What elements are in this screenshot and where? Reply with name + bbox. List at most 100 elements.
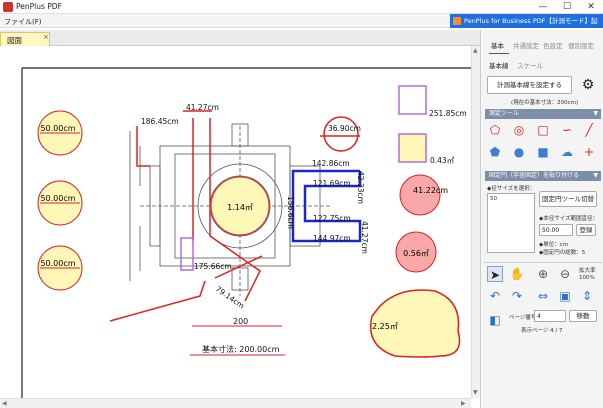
mode-icon	[453, 17, 461, 25]
set-baseline-button[interactable]: 計測基本線を設定する	[487, 76, 572, 94]
freeform-area[interactable]: 2.25㎡	[370, 289, 461, 358]
horizontal-scrollbar[interactable]: ◀ ▶	[0, 398, 471, 408]
zoom-in-icon[interactable]: ⊕	[535, 266, 551, 282]
freeform-label: 2.25㎡	[372, 322, 398, 331]
label: 121.69cm	[313, 179, 351, 188]
maximize-button[interactable]: ☐	[555, 0, 579, 14]
label: 41.27cm	[360, 221, 369, 254]
subtab-scale[interactable]: スケール	[517, 60, 543, 70]
polygon-line-icon[interactable]: ⬠	[487, 122, 503, 138]
label: 186.45cm	[141, 117, 179, 126]
label: 41.27cm	[186, 103, 219, 112]
rect-fill-icon[interactable]: ■	[535, 144, 551, 160]
redo-icon[interactable]: ↷	[509, 288, 525, 304]
pink-circle[interactable]: 0.56㎡	[395, 231, 437, 273]
tab-label: 図面	[7, 36, 22, 45]
register-button[interactable]: 登録	[576, 224, 596, 236]
fixed-circle[interactable]: 50.00cm	[37, 110, 83, 156]
pink-label: 41.22cm	[413, 186, 448, 195]
drawing-svg[interactable]: 50.00cm 50.00cm 50.00cm 1.14㎡ 41.22cm 0.…	[0, 46, 471, 398]
subtab-baseline[interactable]: 基本線	[489, 60, 509, 70]
switch-tool-button[interactable]: 固定円ツール切替	[539, 191, 597, 207]
area-circle[interactable]: 1.14㎡	[210, 176, 270, 236]
fit-height-icon[interactable]: ⇕	[579, 288, 595, 304]
small-circle[interactable]	[323, 116, 359, 152]
count-label: ◆固定円の総数：5	[539, 250, 586, 256]
cross-tool-icon[interactable]: +	[581, 144, 597, 160]
zoom-out-icon[interactable]: ⊖	[557, 266, 573, 282]
current-baseline: (現在の基本寸法：200cm)	[511, 100, 579, 106]
label: 36.90cm	[328, 124, 361, 133]
label: 基本寸法: 200.00cm	[202, 344, 280, 354]
range-label: ◆本径サイズ範囲直径：	[539, 216, 599, 222]
circle-tool-icon[interactable]: ◎	[511, 122, 527, 138]
scroll-left-icon[interactable]: ◀	[2, 400, 7, 407]
circle-label: 50.00cm	[40, 124, 75, 133]
label: 251.85cm	[429, 109, 467, 118]
fixed-circle[interactable]: 50.00cm	[37, 180, 83, 226]
chevron-down-icon: ▼	[593, 172, 598, 179]
label: 144.97cm	[313, 234, 351, 243]
tab-close-icon[interactable]: ×	[43, 33, 49, 41]
fit-page-icon[interactable]: ▣	[557, 288, 573, 304]
pink-label: 0.56㎡	[403, 249, 429, 258]
radius-label: ◆径サイズを選択：	[487, 186, 536, 192]
mode-badge: PenPlus for Business PDF【計測モード】起動中	[450, 14, 603, 39]
scroll-up-icon[interactable]: ▲	[473, 47, 478, 54]
radius-list-item[interactable]: 50	[490, 196, 497, 202]
curve-tool-icon[interactable]: ∽	[559, 122, 575, 138]
blob-fill-icon[interactable]: ☁	[559, 144, 575, 160]
polygon-fill-icon[interactable]: ⬟	[487, 144, 503, 160]
tab-color-settings[interactable]: 色設定	[543, 40, 563, 50]
label: 79.14cm	[214, 284, 246, 310]
page-total: 表示ページ 4 / 7	[521, 328, 563, 334]
scroll-right-icon[interactable]: ▶	[461, 400, 466, 407]
undo-icon[interactable]: ↶	[487, 288, 503, 304]
label: 42.33cm	[356, 171, 365, 204]
circle-label: 50.00cm	[40, 194, 75, 203]
tab-underline	[489, 53, 509, 54]
line-tool-icon[interactable]: ╱	[581, 122, 597, 138]
title-bar: PenPlus PDF — ☐ ✕	[0, 0, 603, 14]
divider	[484, 262, 602, 263]
pointer-icon[interactable]: ➤	[487, 266, 503, 282]
move-button[interactable]: 移動	[569, 310, 597, 322]
chevron-down-icon: ▼	[593, 110, 598, 117]
fixed-circle-header[interactable]: 固定円（半径固定）を貼り付ける ▼	[485, 171, 601, 181]
tab-common-settings[interactable]: 共通設定	[513, 40, 539, 50]
range-input[interactable]: 50.00	[539, 224, 573, 236]
gear-icon[interactable]: ⚙	[578, 76, 598, 94]
circle-fill-icon[interactable]: ●	[511, 144, 527, 160]
label: 122.75cm	[313, 214, 351, 223]
document-tab-bar: 図面 ×	[0, 30, 480, 46]
measure-tools-header[interactable]: 測定ツール ▼	[485, 109, 601, 119]
label: 156.6cm	[286, 196, 295, 229]
label: 200	[233, 317, 248, 326]
rectangle-tool-icon[interactable]: □	[535, 122, 551, 138]
label: 175.66cm	[194, 262, 232, 271]
page-number-label: ページ番号	[509, 315, 537, 321]
zoom-value: 100%	[579, 275, 595, 281]
tab-drawing[interactable]: 図面 ×	[0, 32, 50, 46]
minimize-button[interactable]: —	[531, 0, 555, 14]
vertical-scrollbar[interactable]: ▲ ▼	[471, 46, 480, 398]
document-canvas[interactable]: 50.00cm 50.00cm 50.00cm 1.14㎡ 41.22cm 0.…	[0, 46, 471, 398]
fixed-circle[interactable]: 50.00cm	[37, 245, 83, 291]
scroll-down-icon[interactable]: ▼	[473, 389, 478, 396]
label: 142.86cm	[312, 159, 350, 168]
hand-icon[interactable]: ✋	[509, 266, 525, 282]
tool-panel: 基本 共通設定 色設定 個別設定 基本線 スケール 計測基本線を設定する ⚙ (…	[480, 30, 603, 408]
measure-tools-title: 測定ツール	[489, 110, 520, 117]
radius-list[interactable]: 50	[487, 193, 535, 253]
tab-individual-settings[interactable]: 個別設定	[568, 40, 594, 50]
pink-circle[interactable]: 41.22cm	[399, 174, 448, 216]
purple-rects[interactable]	[180, 85, 427, 271]
circle-label: 50.00cm	[40, 259, 75, 268]
page-prev-icon[interactable]: ◧	[487, 312, 503, 328]
menu-file[interactable]: ファイル(F)	[4, 17, 42, 27]
area-label: 1.14㎡	[227, 203, 253, 212]
page-input[interactable]: 4	[534, 310, 566, 322]
fit-width-icon[interactable]: ⇔	[535, 288, 551, 304]
tab-basic[interactable]: 基本	[491, 40, 504, 50]
close-button[interactable]: ✕	[579, 0, 603, 14]
